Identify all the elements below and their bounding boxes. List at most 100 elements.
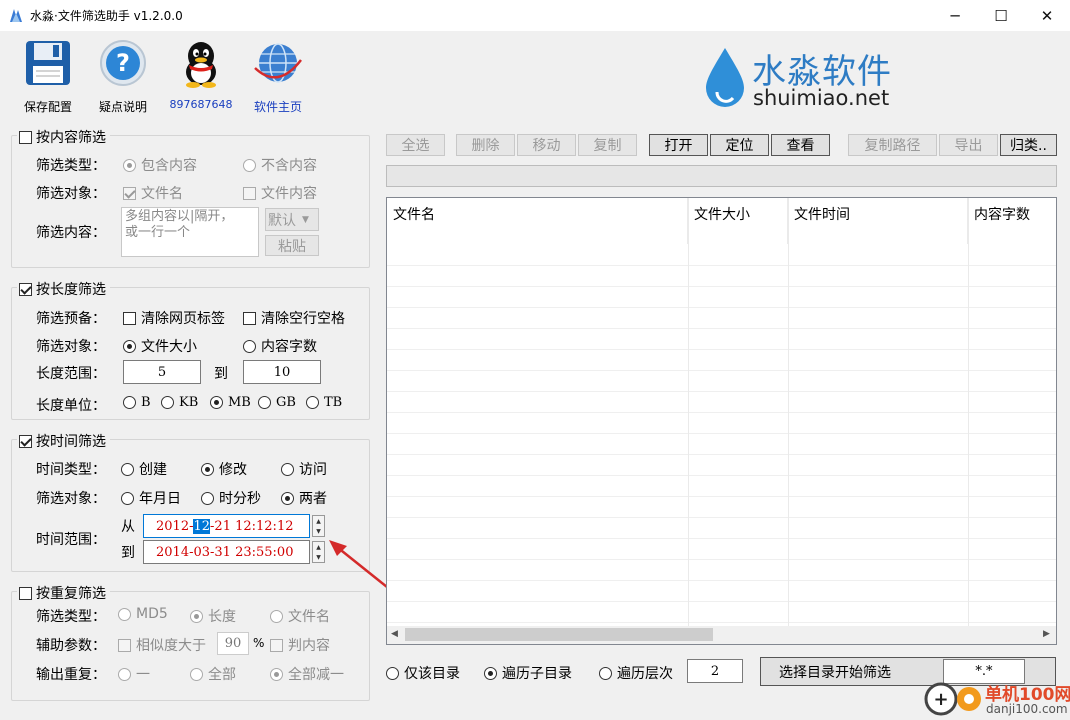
content-textarea[interactable]: 多组内容以|隔开， 或一行一个 (121, 207, 259, 257)
file-list-table[interactable]: 文件名 文件大小 文件时间 内容字数 ◀ ▶ (386, 197, 1057, 645)
time-filter-checkbox[interactable] (19, 434, 32, 448)
time-type-accessed[interactable]: 访问 (281, 459, 327, 479)
copy-path-button[interactable]: 复制路径 (848, 134, 937, 156)
date-from-spinner[interactable]: ▲ ▼ (312, 515, 325, 537)
clear-html-tags-checkbox[interactable]: 清除网页标签 (123, 308, 225, 328)
time-from-label: 从 (121, 519, 135, 535)
dup-type-filename[interactable]: 文件名 (270, 606, 330, 626)
date-to-picker[interactable]: 2014-03-31 23:55:00 (143, 540, 310, 564)
length-target-label: 筛选对象： (36, 339, 106, 355)
help-button[interactable]: ? 疑点说明 (86, 38, 160, 115)
col-divider (968, 198, 969, 644)
copy-button[interactable]: 复制 (578, 134, 637, 156)
dup-filter-checkbox[interactable] (19, 586, 32, 600)
time-type-created[interactable]: 创建 (121, 459, 167, 479)
length-from-input[interactable]: 5 (123, 360, 201, 384)
output-all-radio[interactable]: 全部 (190, 664, 236, 684)
time-filter-toggle[interactable]: 按时间筛选 (17, 431, 110, 451)
locate-button[interactable]: 定位 (710, 134, 769, 156)
output-one-radio[interactable]: 一 (118, 664, 150, 684)
time-target-time[interactable]: 时分秒 (201, 488, 261, 508)
scroll-left-icon[interactable]: ◀ (391, 629, 398, 639)
length-to-label: 到 (214, 366, 228, 382)
delete-button[interactable]: 删除 (456, 134, 515, 156)
qq-button[interactable]: 897687648 (164, 38, 238, 111)
date-from-picker[interactable]: 2012- 12 -21 12:12:12 (143, 514, 310, 538)
judge-content-checkbox[interactable]: 判内容 (270, 635, 330, 655)
time-type-label: 时间类型： (36, 462, 106, 478)
length-target-wordcount[interactable]: 内容字数 (243, 336, 317, 356)
watermark-logo-icon: + (924, 682, 981, 716)
progress-bar (386, 165, 1057, 187)
homepage-label: 软件主页 (253, 100, 302, 114)
scope-depth-radio[interactable]: 遍历层次 (599, 663, 673, 683)
scope-this-dir-radio[interactable]: 仅该目录 (386, 663, 460, 683)
watermark-url: danji100.com (986, 702, 1068, 716)
homepage-button[interactable]: 软件主页 (241, 38, 315, 115)
title-bar: 水淼·文件筛选助手 v1.2.0.0 ─ ☐ ✕ (0, 0, 1070, 31)
content-filter-toggle[interactable]: 按内容筛选 (17, 127, 110, 147)
clear-blank-lines-checkbox[interactable]: 清除空行空格 (243, 308, 345, 328)
content-target-filename[interactable]: 文件名 (123, 183, 183, 203)
content-filter-checkbox[interactable] (19, 130, 32, 144)
depth-input[interactable]: 2 (687, 659, 743, 683)
default-dropdown[interactable]: 默认 ▼ (265, 208, 319, 231)
water-drop-logo-icon (706, 48, 744, 107)
unit-mb-radio[interactable]: MB (210, 395, 251, 410)
app-icon (10, 9, 22, 22)
content-type-label: 筛选类型： (36, 158, 106, 174)
dup-output-label: 输出重复： (36, 667, 106, 683)
date-to-spinner[interactable]: ▲ ▼ (312, 541, 325, 563)
time-target-label: 筛选对象： (36, 491, 106, 507)
dup-type-length[interactable]: 长度 (190, 606, 236, 626)
maximize-button[interactable]: ☐ (978, 0, 1024, 31)
similarity-input[interactable]: 90 (217, 632, 249, 655)
scope-subdirs-radio[interactable]: 遍历子目录 (484, 663, 572, 683)
select-all-button[interactable]: 全选 (386, 134, 445, 156)
watermark: + 单机100网 danji100.com (924, 678, 1070, 720)
scrollbar-thumb[interactable] (405, 628, 713, 641)
length-target-filesize[interactable]: 文件大小 (123, 336, 197, 356)
dup-type-md5[interactable]: MD5 (118, 606, 168, 622)
time-target-date[interactable]: 年月日 (121, 488, 181, 508)
minimize-button[interactable]: ─ (932, 0, 978, 31)
horizontal-scrollbar[interactable]: ◀ ▶ (387, 626, 1056, 644)
unit-gb-radio[interactable]: GB (258, 395, 296, 410)
unit-kb-radio[interactable]: KB (161, 395, 198, 410)
time-target-both[interactable]: 两者 (281, 488, 327, 508)
unit-b-radio[interactable]: B (123, 395, 151, 410)
export-button[interactable]: 导出 (939, 134, 998, 156)
close-button[interactable]: ✕ (1024, 0, 1070, 31)
chevron-down-icon: ▼ (302, 214, 309, 225)
view-button[interactable]: 查看 (771, 134, 830, 156)
scroll-right-icon[interactable]: ▶ (1043, 629, 1050, 639)
open-button[interactable]: 打开 (649, 134, 708, 156)
time-type-modified[interactable]: 修改 (201, 459, 247, 479)
content-type-exclude[interactable]: 不含内容 (243, 155, 317, 175)
window-title: 水淼·文件筛选助手 v1.2.0.0 (30, 9, 183, 23)
content-filter-title: 按内容筛选 (36, 130, 106, 146)
col-header-filesize[interactable]: 文件大小 (688, 198, 788, 244)
content-target-filecontent[interactable]: 文件内容 (243, 183, 317, 203)
dup-filter-toggle[interactable]: 按重复筛选 (17, 583, 110, 603)
length-filter-checkbox[interactable] (19, 282, 32, 296)
col-divider (688, 198, 689, 644)
col-header-wordcount[interactable]: 内容字数 (968, 198, 1056, 244)
save-config-button[interactable]: 保存配置 (11, 38, 85, 115)
length-filter-toggle[interactable]: 按长度筛选 (17, 279, 110, 299)
dup-type-label: 筛选类型： (36, 609, 106, 625)
col-header-filetime[interactable]: 文件时间 (788, 198, 968, 244)
similarity-checkbox[interactable]: 相似度大于 (118, 635, 206, 655)
content-text-label: 筛选内容： (36, 225, 106, 241)
output-all-minus-one-radio[interactable]: 全部减一 (270, 664, 344, 684)
col-header-filename[interactable]: 文件名 (387, 198, 688, 244)
globe-icon (254, 43, 302, 83)
unit-tb-radio[interactable]: TB (306, 395, 342, 410)
move-button[interactable]: 移动 (517, 134, 576, 156)
paste-button[interactable]: 粘贴 (265, 235, 319, 256)
qq-penguin-icon (186, 42, 216, 88)
length-to-input[interactable]: 10 (243, 360, 321, 384)
classify-button[interactable]: 归类.. (1000, 134, 1057, 156)
qq-label: 897687648 (169, 98, 233, 111)
content-type-include[interactable]: 包含内容 (123, 155, 197, 175)
